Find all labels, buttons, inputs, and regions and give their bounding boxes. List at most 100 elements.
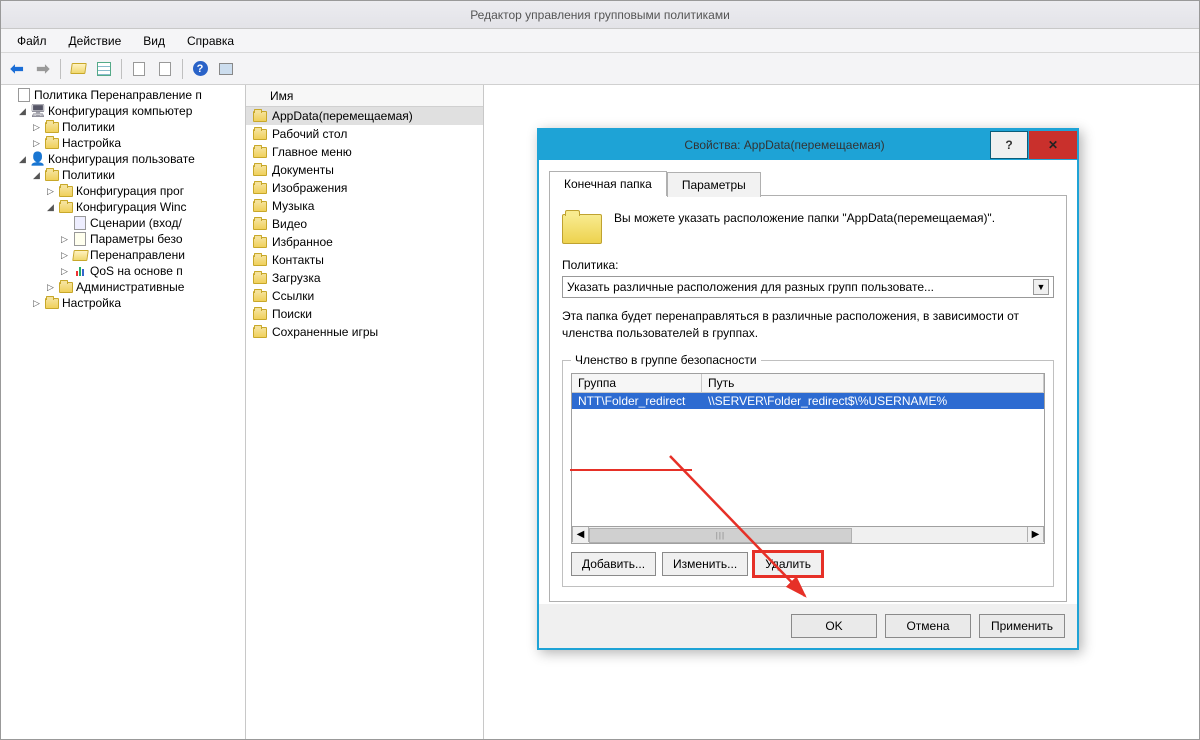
window-title: Редактор управления групповыми политикам… [470,8,730,22]
list-item-label: Ссылки [272,289,314,303]
document-icon [16,87,32,103]
chart-icon [72,263,88,279]
th-path[interactable]: Путь [702,374,1044,392]
expand-icon[interactable]: ▷ [45,186,56,197]
th-group[interactable]: Группа [572,374,702,392]
list-item[interactable]: Сохраненные игры [246,323,483,341]
menu-view[interactable]: Вид [133,31,175,51]
dialog-help-button[interactable]: ? [990,131,1028,159]
refresh-button[interactable] [153,57,177,81]
collapse-icon[interactable]: ◢ [17,106,28,117]
toolbar-separator [60,59,61,79]
collapse-icon[interactable]: ◢ [17,154,28,165]
nav-back-button[interactable]: ⬅ [5,57,29,81]
tree-user-settings[interactable]: ▷Настройка [29,295,245,311]
tree-software-config[interactable]: ▷Конфигурация прог [43,183,245,199]
expand-icon[interactable]: ▷ [31,298,42,309]
collapse-icon[interactable]: ◢ [45,202,56,213]
tree-comp-settings[interactable]: ▷Настройка [29,135,245,151]
menu-action[interactable]: Действие [59,31,132,51]
list-item[interactable]: Рабочий стол [246,125,483,143]
apply-button[interactable]: Применить [979,614,1065,638]
toolbar-separator [182,59,183,79]
delete-button[interactable]: Удалить [754,552,822,576]
cancel-button[interactable]: Отмена [885,614,971,638]
folder-icon [252,324,268,340]
tree-comp-policies[interactable]: ▷ Политики [29,119,245,135]
expand-icon[interactable]: ▷ [31,138,42,149]
help-button[interactable]: ? [188,57,212,81]
tree-computer-config[interactable]: ◢🖥Конфигурация компьютер [15,103,245,119]
table-header: Группа Путь [572,374,1044,393]
expand-icon[interactable]: ▷ [59,250,70,261]
export-button[interactable] [127,57,151,81]
tree-root-policy[interactable]: Политика Перенаправление п [1,87,245,103]
list-item-label: Сохраненные игры [272,325,378,339]
dialog-titlebar[interactable]: Свойства: AppData(перемещаемая) ? ✕ [539,130,1077,160]
filter-button[interactable] [214,57,238,81]
tab-settings[interactable]: Параметры [667,172,761,197]
menu-bar: Файл Действие Вид Справка [1,29,1199,53]
tree-security[interactable]: ▷Параметры безо [57,231,245,247]
dialog-tabs: Конечная папка Параметры [549,170,1067,195]
policy-dropdown[interactable]: Указать различные расположения для разны… [562,276,1054,298]
dialog-footer: OK Отмена Применить [539,604,1077,648]
expand-icon[interactable]: ▷ [45,282,56,293]
folder-icon [252,288,268,304]
menu-help[interactable]: Справка [177,31,244,51]
folder-icon [252,180,268,196]
list-item[interactable]: Контакты [246,251,483,269]
list-item[interactable]: Загрузка [246,269,483,287]
tree-windows-config[interactable]: ◢Конфигурация Winc [43,199,245,215]
dropdown-arrow-icon: ▼ [1033,279,1049,295]
tree-user-policies[interactable]: ◢ Политики [29,167,245,183]
export-icon [131,61,147,77]
arrow-left-icon: ⬅ [10,59,23,79]
info-text: Вы можете указать расположение папки "Ap… [614,210,995,227]
scroll-left-button[interactable]: ◀ [572,527,589,542]
refresh-icon [157,61,173,77]
dialog-body: Конечная папка Параметры Вы можете указа… [539,160,1077,604]
folder-icon [252,216,268,232]
add-button[interactable]: Добавить... [571,552,656,576]
expand-icon[interactable]: ▷ [59,234,70,245]
scroll-right-button[interactable]: ▶ [1027,527,1044,542]
edit-button[interactable]: Изменить... [662,552,748,576]
list-item[interactable]: Музыка [246,197,483,215]
list-item[interactable]: Видео [246,215,483,233]
tree-user-config[interactable]: ◢👤Конфигурация пользовате [15,151,245,167]
list-column-header[interactable]: Имя [246,85,483,107]
list-item[interactable]: Поиски [246,305,483,323]
collapse-icon[interactable]: ◢ [31,170,42,181]
nav-forward-button[interactable]: ➡ [31,57,55,81]
scroll-track[interactable]: ||| [589,528,1027,542]
cell-group: NTT\Folder_redirect [572,393,702,409]
table-row[interactable]: NTT\Folder_redirect \\SERVER\Folder_redi… [572,393,1044,409]
list-item[interactable]: Документы [246,161,483,179]
ok-button[interactable]: OK [791,614,877,638]
tree-admin-templates[interactable]: ▷Административные [43,279,245,295]
dialog-close-button[interactable]: ✕ [1029,131,1077,159]
expand-icon[interactable]: ▷ [31,122,42,133]
list-item[interactable]: Главное меню [246,143,483,161]
tree-label: Политики [62,120,115,134]
toolbar: ⬅ ➡ ? [1,53,1199,85]
properties-button[interactable] [92,57,116,81]
close-icon: ✕ [1048,138,1058,152]
expand-icon[interactable]: ▷ [59,266,70,277]
tab-target-folder[interactable]: Конечная папка [549,171,667,196]
list-item[interactable]: Изображения [246,179,483,197]
tree-folder-redirect[interactable]: ▷Перенаправлени [57,247,245,263]
tree-label: Конфигурация пользовате [48,152,195,166]
tree-label: Политики [62,168,115,182]
menu-file[interactable]: Файл [7,31,57,51]
tree-scripts[interactable]: Сценарии (вход/ [57,215,245,231]
list-item[interactable]: AppData(перемещаемая) [246,107,483,125]
list-item[interactable]: Избранное [246,233,483,251]
list-item-label: Документы [272,163,334,177]
tree-qos[interactable]: ▷QoS на основе п [57,263,245,279]
horizontal-scrollbar[interactable]: ◀ ||| ▶ [571,527,1045,544]
up-folder-button[interactable] [66,57,90,81]
list-item[interactable]: Ссылки [246,287,483,305]
scroll-thumb[interactable]: ||| [589,528,852,543]
